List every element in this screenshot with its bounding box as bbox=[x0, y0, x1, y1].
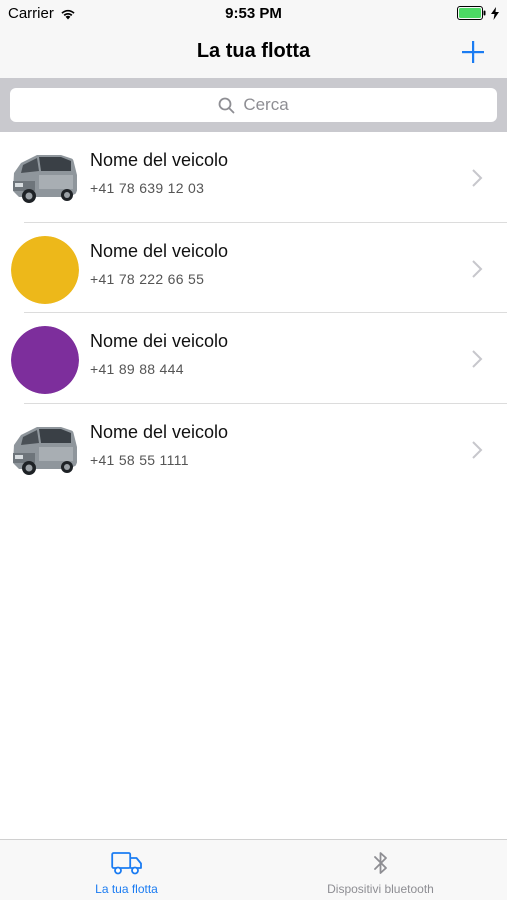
tab-label: La tua flotta bbox=[95, 882, 158, 896]
vehicle-avatar bbox=[11, 145, 79, 213]
color-avatar-circle bbox=[11, 326, 79, 394]
van-photo-image bbox=[11, 416, 79, 485]
vehicle-phone: +41 58 55 1111 bbox=[90, 451, 189, 468]
vehicle-list: Nome del veicolo +41 78 639 12 03 Nome d… bbox=[0, 132, 507, 494]
van-photo-image bbox=[11, 145, 79, 213]
navigation-bar: La tua flotta bbox=[0, 28, 507, 78]
screen: Carrier 9:53 PM La tua flotta Cerca Nome… bbox=[0, 0, 507, 900]
vehicle-phone: +41 78 639 12 03 bbox=[90, 180, 205, 196]
color-avatar-circle bbox=[11, 235, 79, 304]
vehicle-text: Nome dei veicolo +41 89 88 444 bbox=[90, 331, 228, 377]
vehicle-row[interactable]: Nome del veicolo +41 78 639 12 03 bbox=[0, 132, 507, 223]
add-vehicle-button[interactable] bbox=[459, 38, 487, 66]
battery-icon bbox=[457, 6, 486, 20]
tab-bluetooth[interactable]: Dispositivi bluetooth bbox=[254, 840, 507, 900]
search-placeholder: Cerca bbox=[243, 95, 289, 114]
status-bar: Carrier 9:53 PM bbox=[0, 0, 507, 28]
vehicle-name: Nome del veicolo bbox=[90, 421, 229, 442]
vehicle-avatar bbox=[11, 326, 79, 394]
vehicle-text: Nome del veicolo +41 78 639 12 03 bbox=[90, 150, 228, 196]
tab-icon-wrap bbox=[110, 849, 143, 877]
vehicle-row[interactable]: Nome dei veicolo +41 89 88 444 bbox=[0, 313, 507, 404]
chevron-right-icon bbox=[472, 440, 483, 459]
chevron-right-icon bbox=[472, 169, 483, 187]
tab-fleet[interactable]: La tua flotta bbox=[0, 840, 253, 900]
page-title: La tua flotta bbox=[196, 40, 311, 62]
vehicle-avatar bbox=[11, 235, 79, 304]
vehicle-row[interactable]: Nome del veicolo +41 58 55 1111 bbox=[0, 403, 507, 494]
vehicle-row[interactable]: Nome del veicolo +41 78 222 66 55 bbox=[0, 222, 507, 313]
tab-icon-wrap bbox=[373, 849, 389, 877]
search-input[interactable]: Cerca bbox=[10, 88, 497, 122]
status-right bbox=[457, 6, 499, 20]
chevron-right-icon bbox=[472, 259, 483, 278]
tab-bar: La tua flotta Dispositivi bluetooth bbox=[0, 839, 507, 900]
bluetooth-icon bbox=[373, 852, 387, 874]
vehicle-name: Nome dei veicolo bbox=[90, 331, 229, 351]
truck-icon bbox=[110, 852, 142, 875]
search-icon bbox=[218, 97, 235, 113]
charging-icon bbox=[491, 6, 499, 20]
tab-label: Dispositivi bluetooth bbox=[327, 882, 434, 896]
vehicle-text: Nome del veicolo +41 78 222 66 55 bbox=[90, 241, 228, 287]
vehicle-name: Nome del veicolo bbox=[90, 150, 229, 170]
vehicle-text: Nome del veicolo +41 58 55 1111 bbox=[90, 422, 228, 468]
vehicle-phone: +41 89 88 444 bbox=[90, 361, 184, 377]
chevron-right-icon bbox=[472, 350, 483, 368]
status-time: 9:53 PM bbox=[225, 5, 282, 22]
vehicle-phone: +41 78 222 66 55 bbox=[90, 270, 205, 287]
vehicle-name: Nome del veicolo bbox=[90, 240, 229, 261]
vehicle-avatar bbox=[11, 416, 79, 485]
search-bar: Cerca bbox=[0, 78, 507, 132]
plus-icon bbox=[462, 41, 484, 63]
